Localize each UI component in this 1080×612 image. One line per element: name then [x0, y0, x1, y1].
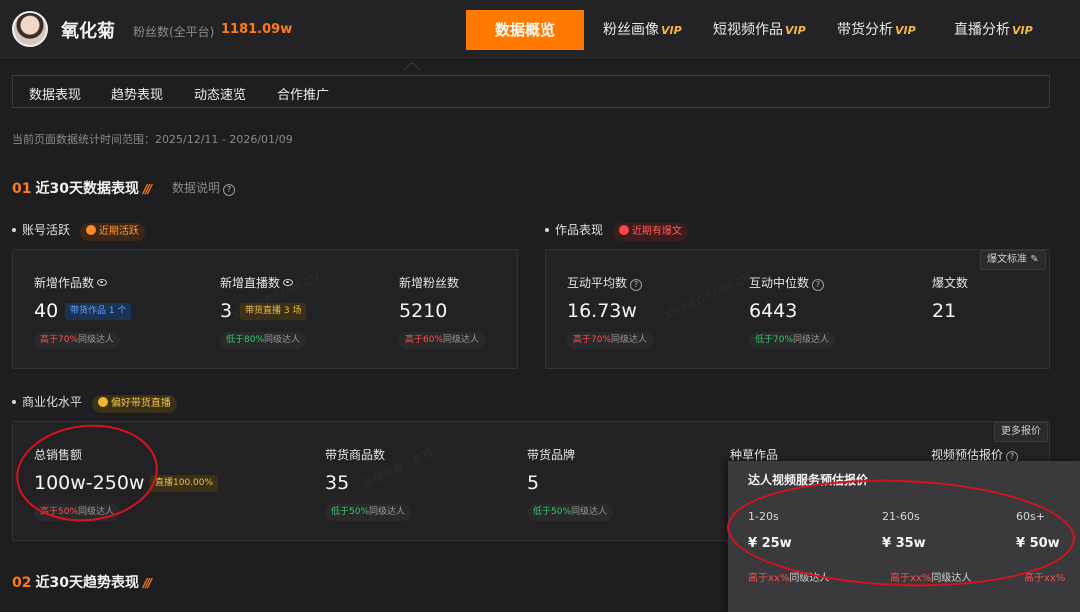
metric-value: 40: [34, 300, 59, 322]
comparison-badge: 低于50%同级达人: [527, 504, 614, 521]
video-quote-popup: 达人视频服务预估报价 1-20s ¥ 25w 高于xx%同级达人 21-60s …: [728, 461, 1080, 612]
tab-sales-analysis[interactable]: 带货分析 VIP: [837, 0, 916, 58]
metric-label: 互动平均数?: [567, 274, 643, 291]
eye-icon[interactable]: [97, 279, 108, 286]
metric-value: 100w-250w: [34, 472, 145, 494]
quote-price: ¥ 50w: [1016, 536, 1060, 551]
comparison-badge: 低于50%同级达人: [325, 504, 412, 521]
comparison-badge: 高于60%同级达人: [399, 332, 486, 349]
slash-decoration-icon: ///: [142, 576, 152, 590]
metric-label: 带货品牌: [527, 448, 576, 462]
comparison-badge: 高于70%同级达人: [34, 332, 121, 349]
tab-short-video[interactable]: 短视频作品 VIP: [713, 0, 806, 58]
account-activity-heading: 账号活跃 近期活跃: [12, 221, 145, 241]
metric-label: 总销售额: [34, 448, 83, 462]
subtab-performance[interactable]: 数据表现: [29, 84, 81, 103]
vip-badge: VIP: [895, 24, 916, 37]
vip-badge: VIP: [661, 24, 682, 37]
comparison-badge: 高于50%同级达人: [34, 504, 121, 521]
duration-range: 60s+: [1016, 510, 1045, 523]
metric-value: 35: [325, 472, 350, 494]
metric-label: 新增作品数: [34, 274, 108, 291]
subtab-trend[interactable]: 趋势表现: [111, 84, 163, 103]
active-badge: 近期活跃: [79, 223, 145, 241]
duration-range: 21-60s: [882, 510, 920, 523]
metric-value: 6443: [749, 300, 798, 322]
commerce-heading: 商业化水平 偏好带货直播: [12, 393, 177, 413]
bullet-icon: [12, 228, 16, 232]
fans-label: 粉丝数(全平台): [133, 25, 215, 39]
data-note-link[interactable]: 数据说明?: [172, 179, 236, 196]
quote-price: ¥ 35w: [882, 536, 926, 551]
top-bar: 氧化菊 粉丝数(全平台) 1181.09w 数据概览 粉丝画像 VIP 短视频作品…: [0, 0, 1080, 58]
metric-value: 3: [220, 300, 233, 322]
duration-range: 1-20s: [748, 510, 779, 523]
tab-live-analysis[interactable]: 直播分析 VIP: [954, 0, 1033, 58]
works-performance-panel: 爆文标准 ✎ 互动平均数? 16.73w 高于70%同级达人 互动中位数? 64…: [545, 249, 1050, 369]
profile-name: 氧化菊: [61, 21, 115, 42]
popup-title: 达人视频服务预估报价: [748, 473, 869, 487]
comparison-badge: 高于xx%同级达人: [890, 573, 972, 584]
metric-label: 互动中位数?: [749, 274, 825, 291]
comparison-badge: 低于80%同级达人: [220, 332, 307, 349]
edit-icon: ✎: [1030, 254, 1039, 265]
more-quotes-button[interactable]: 更多报价: [994, 422, 1048, 442]
bullet-icon: [545, 228, 549, 232]
metric-value: 5210: [399, 300, 448, 322]
coin-icon: [97, 397, 108, 407]
quote-price: ¥ 25w: [748, 536, 792, 551]
metric-label: 带货商品数: [325, 448, 386, 462]
help-icon[interactable]: ?: [223, 184, 236, 196]
section-2-title: 02 近30天趋势表现///: [12, 575, 152, 591]
sub-tabs: 数据表现 趋势表现 动态速览 合作推广: [12, 75, 1050, 108]
metric-value: 16.73w: [567, 300, 637, 322]
bullet-icon: [12, 400, 16, 404]
subtab-cooperation[interactable]: 合作推广: [277, 84, 329, 103]
metric-tag: 带货作品 1 个: [65, 303, 132, 320]
date-range: 当前页面数据统计时间范围：2025/12/11 - 2026/01/09: [12, 133, 293, 146]
eye-icon[interactable]: [283, 279, 294, 286]
help-icon[interactable]: ?: [812, 279, 825, 291]
metric-value: 5: [527, 472, 540, 494]
section-1-title: 01 近30天数据表现///: [12, 181, 152, 197]
account-activity-panel: 新增作品数 40 带货作品 1 个 高于70%同级达人 新增直播数 3 带货直播…: [12, 249, 518, 369]
help-icon[interactable]: ?: [630, 279, 643, 291]
viral-standard-button[interactable]: 爆文标准 ✎: [980, 250, 1046, 270]
tab-data-overview[interactable]: 数据概览: [466, 10, 584, 50]
works-performance-heading: 作品表现 近期有爆文: [545, 221, 688, 241]
metric-label: 新增直播数: [220, 274, 294, 291]
metric-value: 21: [932, 300, 957, 322]
comparison-badge: 高于xx%: [1024, 573, 1066, 584]
vip-badge: VIP: [1012, 24, 1033, 37]
comparison-badge: 高于xx%同级达人: [748, 573, 830, 584]
comparison-badge: 高于70%同级达人: [567, 332, 654, 349]
flame-icon: [85, 225, 96, 235]
tab-fan-profile[interactable]: 粉丝画像 VIP: [603, 0, 682, 58]
comparison-badge: 低于70%同级达人: [749, 332, 836, 349]
viral-badge: 近期有爆文: [612, 223, 688, 241]
live-preference-badge: 偏好带货直播: [91, 395, 177, 413]
avatar[interactable]: [12, 11, 48, 47]
fans-value: 1181.09w: [221, 22, 293, 37]
subtab-updates[interactable]: 动态速览: [194, 84, 246, 103]
slash-decoration-icon: ///: [142, 182, 152, 196]
metric-tag: 直播100.00%: [150, 475, 219, 492]
fire-icon: [618, 225, 629, 235]
metric-label: 新增粉丝数: [399, 276, 460, 290]
metric-label: 爆文数: [932, 276, 969, 290]
metric-tag: 带货直播 3 场: [240, 303, 307, 320]
vip-badge: VIP: [785, 24, 806, 37]
